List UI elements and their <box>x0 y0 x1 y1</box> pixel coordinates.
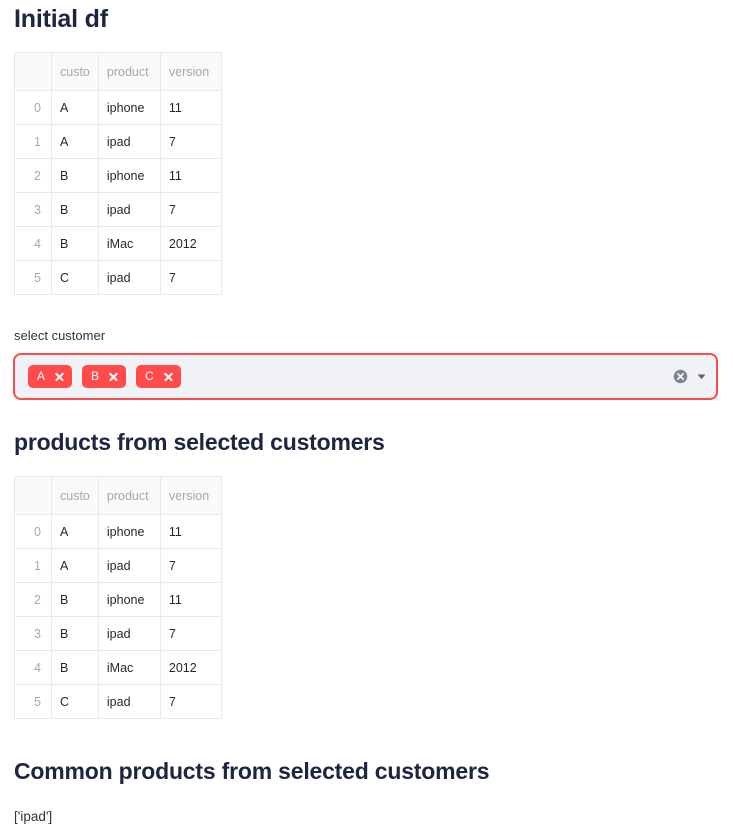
selected-tag[interactable]: C <box>136 365 181 388</box>
cell-index: 5 <box>15 685 52 719</box>
cell-version: 7 <box>160 261 221 295</box>
cell-index: 2 <box>15 159 52 193</box>
table-row: 0 A iphone 11 <box>15 91 222 125</box>
cell-customer: A <box>52 125 99 159</box>
table-body: 0 A iphone 11 1 A ipad 7 2 B iphone 11 <box>15 91 222 295</box>
selected-tag-label: C <box>145 365 154 388</box>
common-products-heading: Common products from selected customers <box>14 757 489 785</box>
remove-tag-icon[interactable] <box>163 372 173 382</box>
table-body: 0 A iphone 11 1 A ipad 7 2 B iphone 11 <box>15 515 222 719</box>
initial-dataframe[interactable]: custo product version 0 A iphone 11 1 A … <box>14 52 222 295</box>
cell-customer: B <box>52 583 99 617</box>
cell-version: 7 <box>160 549 221 583</box>
cell-index: 1 <box>15 125 52 159</box>
cell-version: 11 <box>160 583 221 617</box>
initial-dataframe-table: custo product version 0 A iphone 11 1 A … <box>14 52 222 295</box>
products-from-selected-customers-heading: products from selected customers <box>14 428 385 456</box>
column-header-index <box>15 477 52 515</box>
cell-index: 3 <box>15 617 52 651</box>
cell-customer: B <box>52 617 99 651</box>
remove-tag-icon[interactable] <box>54 372 64 382</box>
table-header-row: custo product version <box>15 477 222 515</box>
column-header-product: product <box>98 477 160 515</box>
cell-customer: B <box>52 159 99 193</box>
cell-customer: B <box>52 227 99 261</box>
filtered-dataframe-table: custo product version 0 A iphone 11 1 A … <box>14 476 222 719</box>
cell-customer: C <box>52 261 99 295</box>
cell-product: iphone <box>98 583 160 617</box>
table-header-row: custo product version <box>15 53 222 91</box>
table-row: 2 B iphone 11 <box>15 583 222 617</box>
cell-index: 0 <box>15 91 52 125</box>
cell-index: 4 <box>15 227 52 261</box>
selected-tag-label: B <box>91 365 99 388</box>
table-row: 1 A ipad 7 <box>15 125 222 159</box>
selected-tags-list: A B C <box>28 365 665 388</box>
cell-version: 2012 <box>160 651 221 685</box>
cell-product: ipad <box>98 261 160 295</box>
select-customer-label: select customer <box>14 328 105 344</box>
cell-index: 4 <box>15 651 52 685</box>
select-customer-multiselect[interactable]: A B C <box>13 353 718 400</box>
cell-version: 7 <box>160 617 221 651</box>
cell-product: iMac <box>98 227 160 261</box>
remove-tag-icon[interactable] <box>108 372 118 382</box>
cell-product: iphone <box>98 159 160 193</box>
table-row: 3 B ipad 7 <box>15 617 222 651</box>
common-products-output: ['ipad'] <box>14 808 52 826</box>
column-header-customer: custo <box>52 53 99 91</box>
cell-version: 11 <box>160 91 221 125</box>
table-header: custo product version <box>15 53 222 91</box>
cell-index: 2 <box>15 583 52 617</box>
table-header: custo product version <box>15 477 222 515</box>
table-row: 4 B iMac 2012 <box>15 651 222 685</box>
filtered-dataframe[interactable]: custo product version 0 A iphone 11 1 A … <box>14 476 222 719</box>
initial-df-heading: Initial df <box>14 4 108 34</box>
cell-customer: A <box>52 549 99 583</box>
cell-index: 1 <box>15 549 52 583</box>
cell-customer: A <box>52 515 99 549</box>
cell-index: 5 <box>15 261 52 295</box>
app-page: Initial df custo product version 0 A iph… <box>0 0 733 838</box>
table-row: 0 A iphone 11 <box>15 515 222 549</box>
cell-customer: B <box>52 193 99 227</box>
table-row: 5 C ipad 7 <box>15 685 222 719</box>
cell-product: ipad <box>98 193 160 227</box>
selected-tag-label: A <box>37 365 45 388</box>
cell-index: 3 <box>15 193 52 227</box>
cell-product: ipad <box>98 685 160 719</box>
cell-product: iphone <box>98 91 160 125</box>
clear-all-icon[interactable] <box>673 369 688 384</box>
cell-product: iphone <box>98 515 160 549</box>
cell-product: iMac <box>98 651 160 685</box>
multiselect-actions <box>673 369 708 384</box>
selected-tag[interactable]: A <box>28 365 72 388</box>
cell-version: 2012 <box>160 227 221 261</box>
column-header-product: product <box>98 53 160 91</box>
cell-customer: A <box>52 91 99 125</box>
table-row: 1 A ipad 7 <box>15 549 222 583</box>
cell-version: 11 <box>160 159 221 193</box>
table-row: 3 B ipad 7 <box>15 193 222 227</box>
cell-version: 7 <box>160 193 221 227</box>
table-row: 2 B iphone 11 <box>15 159 222 193</box>
cell-version: 7 <box>160 685 221 719</box>
cell-index: 0 <box>15 515 52 549</box>
chevron-down-icon[interactable] <box>695 370 708 383</box>
selected-tag[interactable]: B <box>82 365 126 388</box>
cell-product: ipad <box>98 617 160 651</box>
cell-product: ipad <box>98 549 160 583</box>
table-row: 4 B iMac 2012 <box>15 227 222 261</box>
table-row: 5 C ipad 7 <box>15 261 222 295</box>
column-header-version: version <box>160 53 221 91</box>
column-header-customer: custo <box>52 477 99 515</box>
column-header-version: version <box>160 477 221 515</box>
cell-version: 7 <box>160 125 221 159</box>
cell-product: ipad <box>98 125 160 159</box>
column-header-index <box>15 53 52 91</box>
cell-customer: B <box>52 651 99 685</box>
cell-customer: C <box>52 685 99 719</box>
cell-version: 11 <box>160 515 221 549</box>
